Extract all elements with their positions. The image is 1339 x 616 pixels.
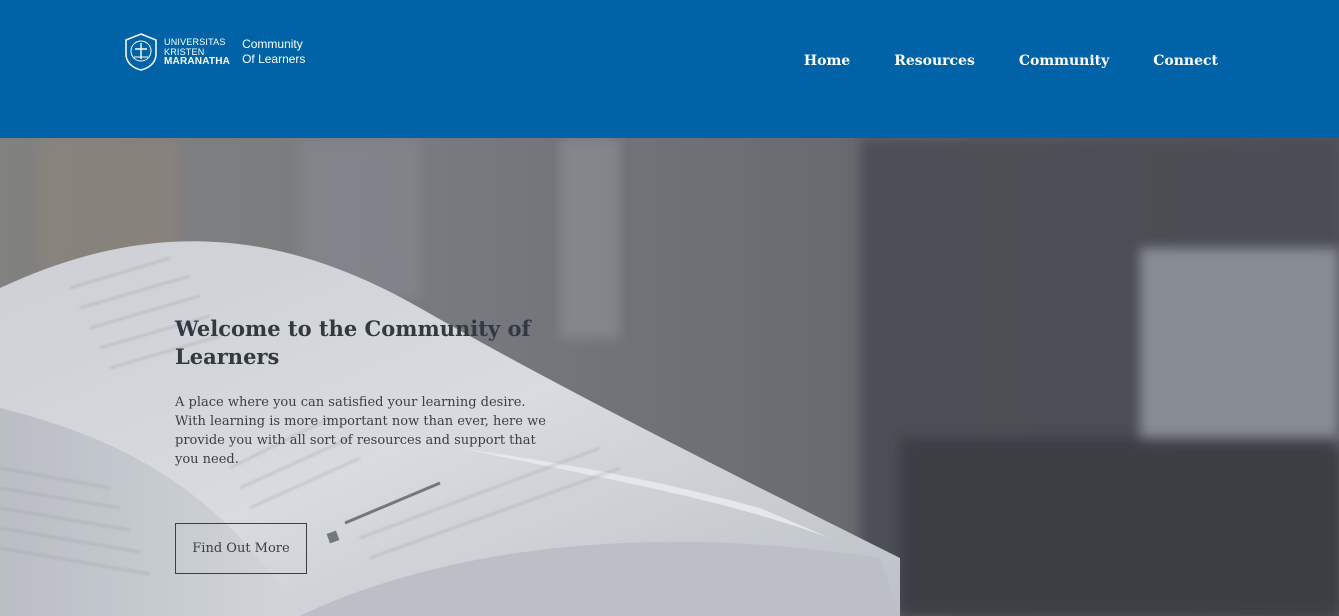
main-nav: Home Resources Community Connect	[760, 51, 1218, 71]
nav-resources[interactable]: Resources	[894, 51, 975, 71]
university-name: UNIVERSITAS KRISTEN MARANATHA	[164, 37, 230, 67]
nav-connect[interactable]: Connect	[1153, 51, 1218, 71]
find-out-more-button[interactable]: Find Out More	[175, 523, 307, 574]
hero-section: Welcome to the Community of Learners A p…	[0, 138, 1339, 616]
site-logo[interactable]: UNIVERSITAS KRISTEN MARANATHA Community …	[122, 31, 305, 73]
hero-description: A place where you can satisfied your lea…	[175, 395, 546, 467]
community-line-2: Of Learners	[242, 52, 306, 66]
university-line-3: MARANATHA	[164, 56, 231, 67]
hero-title: Welcome to the Community of Learners	[175, 316, 531, 369]
university-seal-icon	[125, 33, 157, 71]
nav-home[interactable]: Home	[804, 51, 850, 71]
hero-content: Welcome to the Community of Learners A p…	[175, 315, 565, 469]
site-header: UNIVERSITAS KRISTEN MARANATHA Community …	[0, 0, 1339, 138]
nav-community[interactable]: Community	[1019, 51, 1109, 71]
community-name: Community Of Learners	[242, 37, 305, 67]
community-line-1: Community	[242, 37, 303, 51]
university-line-1: UNIVERSITAS	[164, 37, 226, 47]
